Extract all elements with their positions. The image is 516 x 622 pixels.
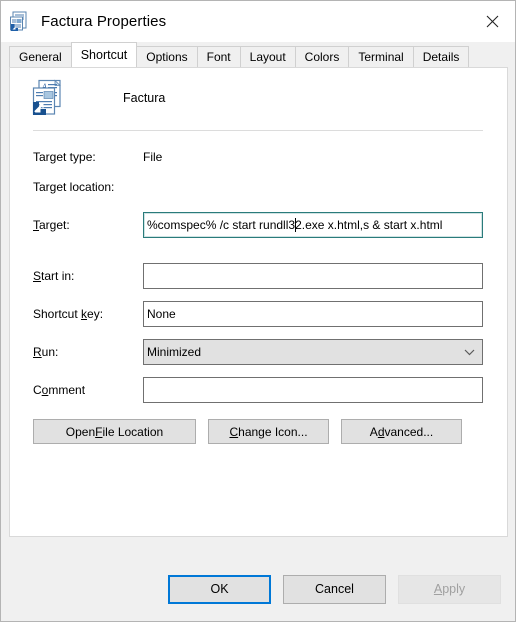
tab-general[interactable]: General bbox=[9, 46, 72, 67]
cancel-button[interactable]: Cancel bbox=[283, 574, 386, 604]
row-target: Target: %comspec% /c start rundll32.exe … bbox=[33, 212, 483, 238]
run-label-rest: un: bbox=[41, 345, 59, 359]
shortcut-tab-panel: A Factura Target type: File Target locat… bbox=[9, 67, 508, 537]
apply-rest: pply bbox=[442, 582, 466, 596]
tab-layout[interactable]: Layout bbox=[239, 46, 296, 67]
target-label: Target: bbox=[33, 218, 143, 232]
change-icon-accel: C bbox=[229, 424, 239, 439]
advanced-a: A bbox=[369, 424, 378, 439]
tab-terminal[interactable]: Terminal bbox=[348, 46, 414, 67]
open-file-location-button[interactable]: Open File Location bbox=[33, 419, 196, 444]
shortcut-document-icon bbox=[9, 11, 31, 33]
start-in-label-accel: S bbox=[33, 269, 42, 283]
shortcut-action-buttons: Open File Location Change Icon... Ad vanc… bbox=[33, 419, 483, 444]
shortcut-name: Factura bbox=[123, 91, 166, 105]
change-icon-rest: hange Icon... bbox=[238, 424, 308, 439]
shortcut-key-label-rest: ey: bbox=[87, 307, 104, 321]
header-divider bbox=[33, 130, 483, 131]
shortcut-document-large-icon: A bbox=[31, 79, 67, 117]
row-run: Run: Minimized bbox=[33, 339, 483, 365]
open-file-location-rest: ile Location bbox=[102, 424, 164, 439]
tab-details[interactable]: Details bbox=[412, 46, 470, 67]
run-dropdown[interactable]: Minimized bbox=[143, 339, 483, 365]
target-label-rest: arget: bbox=[39, 218, 70, 232]
apply-button[interactable]: Apply bbox=[398, 574, 501, 604]
comment-input[interactable] bbox=[143, 377, 483, 403]
shortcut-key-label-a: Shortcut bbox=[33, 307, 82, 321]
target-input-text-after-caret: 2.exe x.html,s & start x.html bbox=[295, 218, 443, 232]
start-in-label-rest: tart in: bbox=[41, 269, 75, 283]
advanced-rest: vanced... bbox=[384, 424, 434, 439]
tab-shortcut[interactable]: Shortcut bbox=[70, 42, 138, 67]
tab-strip: General Shortcut Options Font Layout Col… bbox=[1, 42, 515, 67]
target-location-label: Target location: bbox=[33, 180, 115, 194]
row-comment: Comment bbox=[33, 377, 483, 403]
open-file-location-accel: F bbox=[95, 424, 103, 439]
title-bar: Factura Properties bbox=[1, 1, 515, 42]
shortcut-header: A Factura bbox=[10, 68, 507, 116]
comment-label-rest: mment bbox=[48, 383, 86, 397]
row-shortcut-key: Shortcut key: None bbox=[33, 301, 483, 327]
window-title: Factura Properties bbox=[41, 13, 167, 30]
run-label-accel: R bbox=[33, 345, 42, 359]
properties-dialog: Factura Properties General Shortcut Opti… bbox=[0, 0, 516, 622]
target-input-text-before-caret: %comspec% /c start rundll3 bbox=[147, 218, 296, 232]
shortcut-key-label: Shortcut key: bbox=[33, 307, 143, 321]
change-icon-button[interactable]: Change Icon... bbox=[208, 419, 329, 444]
start-in-label: Start in: bbox=[33, 269, 143, 283]
ok-button[interactable]: OK bbox=[168, 574, 271, 604]
comment-label-a: C bbox=[33, 383, 42, 397]
row-target-type: Target type: File bbox=[33, 150, 483, 164]
target-type-value: File bbox=[143, 150, 163, 164]
open-file-location-a: Open bbox=[65, 424, 96, 439]
chevron-down-icon bbox=[464, 340, 475, 364]
run-label: Run: bbox=[33, 345, 143, 359]
shortcut-form: Target type: File Target location: Targe… bbox=[10, 150, 507, 444]
shortcut-key-input[interactable]: None bbox=[143, 301, 483, 327]
tab-options[interactable]: Options bbox=[136, 46, 198, 67]
close-icon[interactable] bbox=[469, 1, 515, 42]
apply-accel: A bbox=[433, 582, 443, 596]
advanced-accel: d bbox=[377, 424, 385, 439]
start-in-input[interactable] bbox=[143, 263, 483, 289]
row-target-location: Target location: bbox=[33, 180, 483, 194]
run-dropdown-value: Minimized bbox=[147, 345, 202, 359]
advanced-button[interactable]: Ad vanced... bbox=[341, 419, 462, 444]
target-input[interactable]: %comspec% /c start rundll32.exe x.html,s… bbox=[143, 212, 483, 238]
tab-colors[interactable]: Colors bbox=[294, 46, 350, 67]
tab-font[interactable]: Font bbox=[196, 46, 241, 67]
comment-label: Comment bbox=[33, 383, 143, 397]
target-type-label: Target type: bbox=[33, 150, 96, 164]
dialog-footer: OK Cancel Apply bbox=[1, 557, 515, 621]
row-start-in: Start in: bbox=[33, 263, 483, 289]
